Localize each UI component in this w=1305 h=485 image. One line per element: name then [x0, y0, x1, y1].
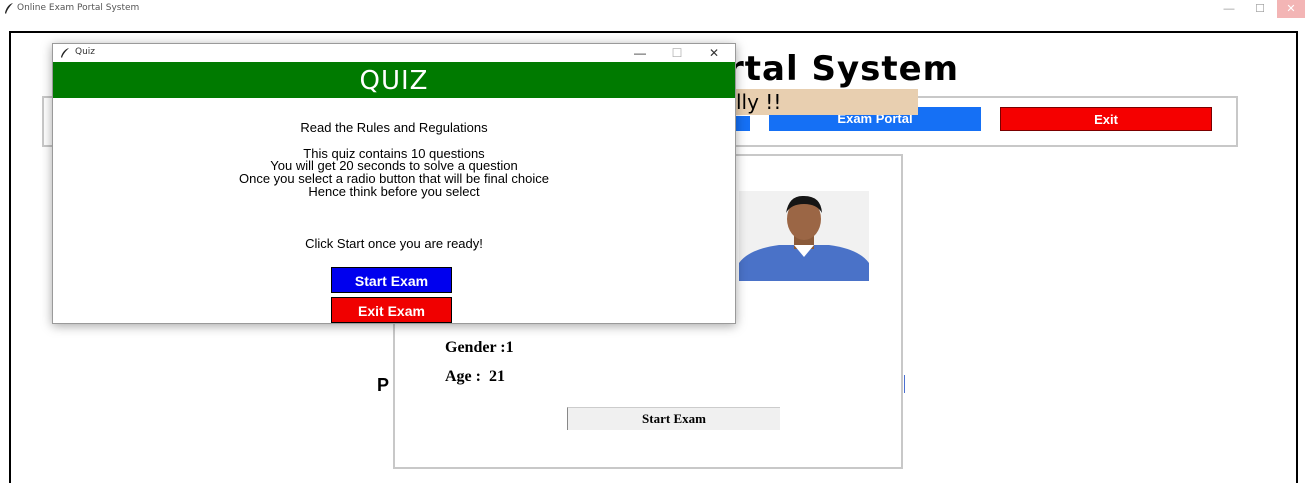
- quiz-window-title: Quiz: [75, 47, 96, 57]
- quiz-minimize-button[interactable]: —: [624, 44, 656, 62]
- welcome-message: lly !!: [736, 89, 918, 115]
- main-titlebar: [0, 0, 1305, 18]
- partial-label: P: [377, 375, 390, 395]
- main-window-title: Online Exam Portal System: [17, 3, 140, 13]
- ready-prompt: Click Start once you are ready!: [305, 236, 483, 251]
- quiz-header: QUIZ: [53, 62, 735, 98]
- quiz-dialog: Quiz — ☐ ✕ QUIZ Read the Rules and Regul…: [52, 43, 736, 324]
- exit-button[interactable]: Exit: [1000, 107, 1212, 131]
- divider: [904, 375, 905, 393]
- exit-exam-button[interactable]: Exit Exam: [331, 297, 452, 323]
- start-exam-button[interactable]: Start Exam: [331, 267, 452, 293]
- profile-photo: [739, 191, 869, 281]
- maximize-button[interactable]: ☐: [1246, 0, 1274, 18]
- profile-start-exam-button[interactable]: Start Exam: [567, 407, 780, 430]
- minimize-button[interactable]: —: [1215, 0, 1243, 18]
- rule-text: Hence think before you select: [308, 184, 480, 199]
- quiz-maximize-button[interactable]: ☐: [661, 44, 693, 62]
- rules-heading: Read the Rules and Regulations: [300, 120, 488, 135]
- feather-icon: [5, 3, 13, 14]
- gender-label: Gender :1: [445, 339, 514, 356]
- close-button[interactable]: ✕: [1277, 0, 1305, 18]
- age-label: Age : 21: [445, 368, 505, 385]
- nav-button-partial[interactable]: [736, 116, 750, 131]
- feather-icon: [61, 48, 69, 58]
- page-title: rtal System: [727, 49, 960, 89]
- quiz-close-button[interactable]: ✕: [698, 44, 730, 62]
